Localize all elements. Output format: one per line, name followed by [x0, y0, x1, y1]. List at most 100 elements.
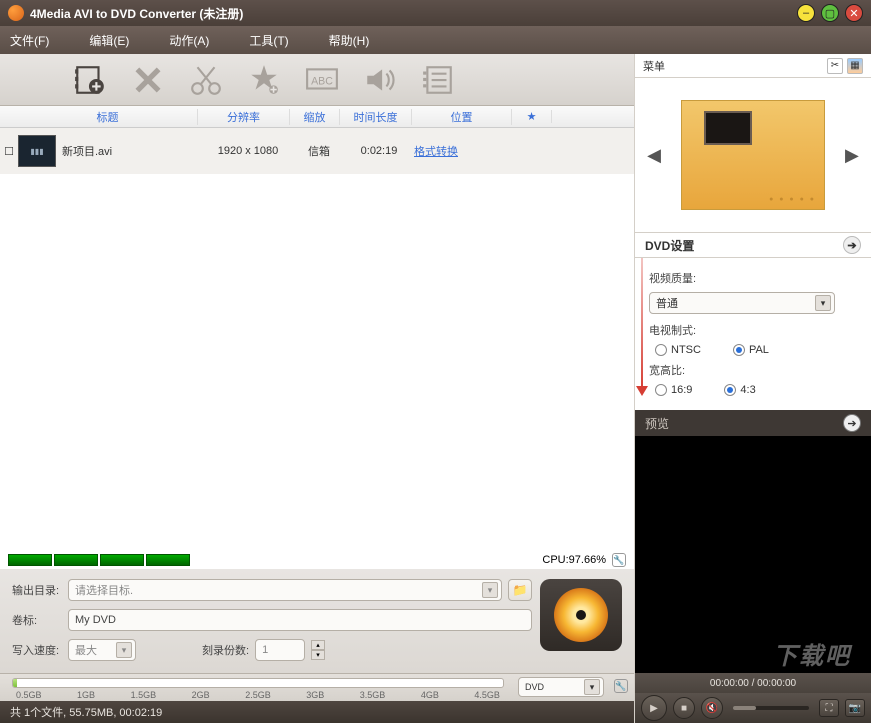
write-speed-select[interactable]: 最大 ▾ — [68, 639, 136, 661]
col-star[interactable]: ★ — [512, 110, 552, 123]
window-title: 4Media AVI to DVD Converter (未注册) — [30, 5, 243, 22]
annotation-arrow — [639, 258, 645, 410]
arrow-right-icon: ➔ — [843, 414, 861, 432]
output-dir-label: 输出目录: — [12, 582, 62, 598]
size-ruler: 0.5GB 1GB 1.5GB 2GB 2.5GB 3GB 3.5GB 4GB … — [0, 673, 634, 701]
ntsc-radio[interactable]: NTSC — [655, 344, 701, 356]
subtitle-button[interactable]: ABC — [302, 60, 342, 100]
menu-bar: 文件(F) 编辑(E) 动作(A) 工具(T) 帮助(H) — [0, 26, 871, 54]
write-speed-label: 写入速度: — [12, 642, 62, 658]
cut-button[interactable] — [186, 60, 226, 100]
aspect-ratio-label: 宽高比: — [649, 362, 857, 378]
video-quality-select[interactable]: 普通 ▾ — [649, 292, 835, 314]
chevron-down-icon: ▾ — [584, 679, 600, 695]
template-browser: ◀ ▶ — [635, 78, 871, 232]
play-button[interactable]: ▶ — [641, 695, 667, 721]
template-next-button[interactable]: ▶ — [837, 137, 867, 174]
preview-header[interactable]: 预览 ➔ — [635, 410, 871, 436]
effects-button[interactable] — [244, 60, 284, 100]
copies-input[interactable]: 1 — [255, 639, 305, 661]
menu-file[interactable]: 文件(F) — [10, 32, 49, 49]
template-prev-button[interactable]: ◀ — [639, 137, 669, 174]
video-quality-label: 视频质量: — [649, 270, 857, 286]
audio-button[interactable] — [360, 60, 400, 100]
ruler-track[interactable] — [12, 678, 504, 688]
dvd-settings-panel: 视频质量: 普通 ▾ 电视制式: NTSC PAL 宽高比: 16:9 4:3 — [635, 258, 871, 410]
status-bar: 共 1个文件, 55.75MB, 00:02:19 — [0, 701, 634, 723]
template-preview[interactable] — [681, 100, 825, 210]
file-name: 新项目.avi — [62, 143, 202, 159]
column-header: 标题 分辨率 缩放 时间长度 位置 ★ — [0, 106, 634, 128]
toolbar: ABC — [0, 54, 634, 106]
cpu-meter — [146, 554, 190, 566]
chevron-down-icon: ▾ — [482, 582, 498, 598]
copies-label: 刻录份数: — [202, 642, 249, 658]
file-duration: 0:02:19 — [344, 145, 414, 157]
radio-icon — [724, 384, 736, 396]
volume-input[interactable]: My DVD — [68, 609, 532, 631]
output-panel: 输出目录: 请选择目标. ▾ 📁 卷标: My DVD 写入速度: — [0, 569, 634, 673]
tv-standard-label: 电视制式: — [649, 322, 857, 338]
ruler-fill — [13, 679, 17, 687]
pal-radio[interactable]: PAL — [733, 344, 769, 356]
grid-icon[interactable]: ▦ — [847, 58, 863, 74]
ratio-43-radio[interactable]: 4:3 — [724, 384, 755, 396]
menu-help[interactable]: 帮助(H) — [329, 32, 370, 49]
stop-button[interactable]: ■ — [673, 697, 695, 719]
radio-icon — [733, 344, 745, 356]
delete-button[interactable] — [128, 60, 168, 100]
col-zoom[interactable]: 缩放 — [290, 109, 340, 125]
video-thumbnail: ▮▮▮ — [18, 135, 56, 167]
browse-folder-button[interactable]: 📁 — [508, 579, 532, 601]
arrow-right-icon: ➔ — [843, 236, 861, 254]
file-row[interactable]: ☐ ▮▮▮ 新项目.avi 1920 x 1080 信箱 0:02:19 格式转… — [0, 128, 634, 174]
col-location[interactable]: 位置 — [412, 109, 512, 125]
menu-edit[interactable]: 编辑(E) — [89, 32, 129, 49]
chapter-button[interactable] — [418, 60, 458, 100]
status-text: 共 1个文件, 55.75MB, 00:02:19 — [10, 704, 162, 720]
menu-action[interactable]: 动作(A) — [169, 32, 209, 49]
snapshot-button[interactable]: 📷 — [845, 699, 865, 717]
ratio-169-radio[interactable]: 16:9 — [655, 384, 692, 396]
col-duration[interactable]: 时间长度 — [340, 109, 412, 125]
playback-controls: ▶ ■ 🔇 ⛶ 📷 — [635, 693, 871, 723]
mute-button[interactable]: 🔇 — [701, 697, 723, 719]
maximize-button[interactable]: ▢ — [821, 4, 839, 22]
file-list: ☐ ▮▮▮ 新项目.avi 1920 x 1080 信箱 0:02:19 格式转… — [0, 128, 634, 551]
svg-text:ABC: ABC — [311, 75, 333, 87]
tools-icon[interactable]: ✂ — [827, 58, 843, 74]
file-zoom: 信箱 — [294, 143, 344, 159]
title-bar: 4Media AVI to DVD Converter (未注册) – ▢ ✕ — [0, 0, 871, 26]
volume-slider[interactable] — [733, 706, 809, 710]
cpu-meter — [100, 554, 144, 566]
output-dir-select[interactable]: 请选择目标. ▾ — [68, 579, 502, 601]
ruler-settings-button[interactable]: 🔧 — [614, 679, 628, 693]
burn-button[interactable] — [540, 579, 622, 651]
col-resolution[interactable]: 分辨率 — [198, 109, 290, 125]
close-button[interactable]: ✕ — [845, 4, 863, 22]
cpu-settings-button[interactable]: 🔧 — [612, 553, 626, 567]
cpu-meter — [54, 554, 98, 566]
time-display: 00:00:00 / 00:00:00 — [635, 673, 871, 693]
cpu-label: CPU:97.66% — [542, 554, 606, 566]
disc-type-select[interactable]: DVD ▾ — [518, 677, 604, 697]
file-location[interactable]: 格式转换 — [414, 143, 458, 159]
chevron-down-icon: ▾ — [116, 642, 132, 658]
row-checkbox[interactable]: ☐ — [0, 145, 18, 158]
menu-title: 菜单 — [643, 58, 665, 74]
col-title[interactable]: 标题 — [18, 109, 198, 125]
menu-tools[interactable]: 工具(T) — [249, 32, 288, 49]
watermark: 下载吧 — [773, 636, 851, 671]
dvd-settings-header[interactable]: DVD设置 ➔ — [635, 232, 871, 258]
chevron-down-icon: ▾ — [815, 295, 831, 311]
radio-icon — [655, 344, 667, 356]
minimize-button[interactable]: – — [797, 4, 815, 22]
copies-up-button[interactable]: ▴ — [311, 640, 325, 650]
copies-down-button[interactable]: ▾ — [311, 650, 325, 660]
right-menu-header: 菜单 ✂ ▦ — [635, 54, 871, 78]
disc-icon — [554, 588, 608, 642]
add-file-button[interactable] — [70, 60, 110, 100]
radio-icon — [655, 384, 667, 396]
app-icon — [8, 5, 24, 21]
fullscreen-button[interactable]: ⛶ — [819, 699, 839, 717]
